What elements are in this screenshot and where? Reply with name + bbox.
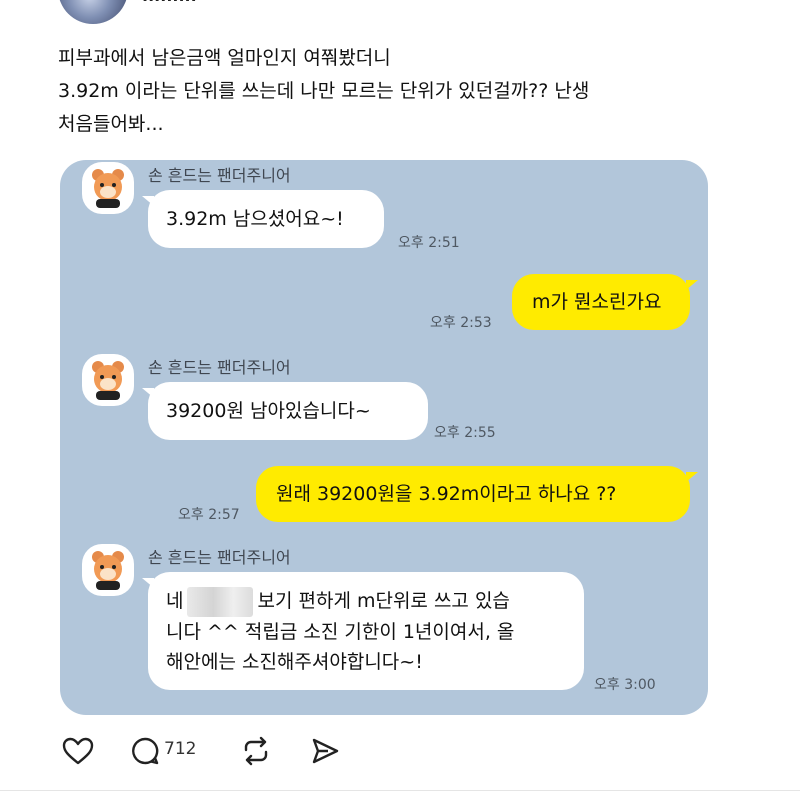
comment-button[interactable]: [130, 736, 160, 766]
message-time: 오후 2:57: [178, 507, 240, 523]
post-actions: 712: [62, 736, 362, 768]
sender-name: 손 흔드는 팬더주니어: [148, 358, 291, 377]
share-button[interactable]: [310, 736, 340, 766]
message-text: 보기 편하게 m단위로 쓰고 있습: [257, 590, 510, 612]
message-bubble-sent: 원래 39200원을 3.92m이라고 하나요 ??: [256, 466, 690, 522]
message-text: 39200원 남아있습니다~: [166, 400, 371, 422]
post-line: 처음들어봐...: [58, 113, 164, 135]
sender-name: 손 흔드는 팬더주니어: [148, 166, 291, 185]
post-line: 3.92m 이라는 단위를 쓰는데 나만 모르는 단위가 있던걸까?? 난생: [58, 80, 590, 102]
message-bubble-received: 네 보기 편하게 m단위로 쓰고 있습 니다 ^^ 적립금 소진 기한이 1년이여…: [148, 572, 584, 690]
author-name[interactable]: ·········: [142, 0, 197, 9]
author-avatar[interactable]: [58, 0, 128, 24]
message-text: 3.92m 남으셨어요~!: [166, 208, 344, 230]
post-body: 피부과에서 남은금액 얼마인지 여쭤봤더니 3.92m 이라는 단위를 쓰는데 …: [58, 42, 758, 141]
repost-button[interactable]: [240, 736, 272, 766]
message-text: 해안에는 소진해주셔야합니다~!: [166, 650, 423, 673]
redacted-blur: [187, 586, 254, 617]
like-button[interactable]: [62, 736, 94, 766]
message-time: 오후 2:55: [434, 425, 496, 441]
repost-icon: [244, 736, 268, 766]
panda-icon: [92, 361, 124, 400]
send-icon: [312, 738, 339, 764]
message-bubble-received: 3.92m 남으셨어요~!: [148, 190, 384, 248]
panda-icon: [92, 551, 124, 590]
post-line: 피부과에서 남은금액 얼마인지 여쭤봤더니: [58, 47, 391, 69]
comment-icon: [132, 737, 159, 765]
chat-screenshot[interactable]: 손 흔드는 팬더주니어 3.92m 남으셨어요~! 오후 2:51 오후 2:5…: [60, 160, 708, 715]
panda-icon: [92, 169, 124, 208]
sender-name: 손 흔드는 팬더주니어: [148, 548, 291, 567]
message-text: 네: [166, 590, 184, 612]
panda-profile-avatar: [82, 162, 134, 214]
divider: [0, 790, 800, 791]
panda-profile-avatar: [82, 544, 134, 596]
message-time: 오후 2:51: [398, 235, 460, 251]
message-time: 오후 2:53: [430, 315, 492, 331]
panda-profile-avatar: [82, 354, 134, 406]
message-text: m가 뭔소린가요: [532, 291, 662, 313]
message-bubble-sent: m가 뭔소린가요: [512, 274, 690, 330]
message-text: 니다 ^^ 적립금 소진 기한이 1년이여서, 올: [166, 620, 515, 643]
message-bubble-received: 39200원 남아있습니다~: [148, 382, 428, 440]
heart-icon: [62, 737, 94, 765]
comment-count: 712: [164, 739, 197, 759]
message-text: 원래 39200원을 3.92m이라고 하나요 ??: [276, 483, 617, 505]
message-time: 오후 3:00: [594, 677, 656, 693]
